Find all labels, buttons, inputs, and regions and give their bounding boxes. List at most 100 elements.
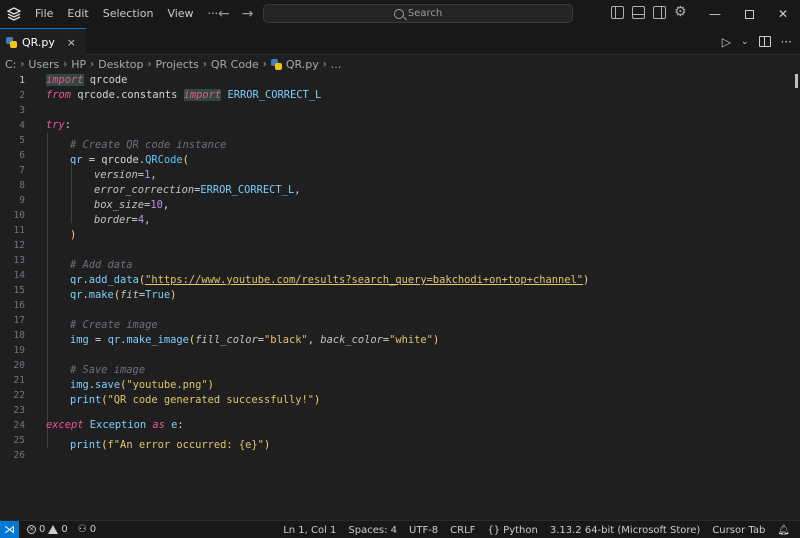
line-number[interactable]: 10 xyxy=(0,208,30,223)
line-number[interactable]: 23 xyxy=(0,403,30,418)
line-number[interactable]: 1 xyxy=(0,73,30,88)
cursor-position[interactable]: Ln 1, Col 1 xyxy=(283,525,336,536)
menu-view[interactable]: View xyxy=(160,0,200,28)
breadcrumb-hp[interactable]: HP xyxy=(71,58,86,71)
back-arrow-icon[interactable]: ← xyxy=(218,6,230,22)
code-line[interactable]: # Add data xyxy=(46,253,589,271)
maximize-icon[interactable] xyxy=(732,0,766,28)
bell-icon[interactable]: 🔔︎ xyxy=(777,525,790,536)
problems-indicator[interactable]: × 0 0 xyxy=(27,524,68,535)
code-line[interactable]: # Create QR code instance xyxy=(46,133,589,151)
line-number[interactable]: 8 xyxy=(0,178,30,193)
code-line[interactable] xyxy=(46,238,589,253)
close-icon[interactable]: ✕ xyxy=(766,0,800,28)
menu-bar: File Edit Selection View ··· xyxy=(28,0,225,28)
code-line[interactable]: # Save image xyxy=(46,358,589,376)
run-dropdown-icon[interactable]: ⌄ xyxy=(741,37,749,47)
code-line[interactable] xyxy=(46,103,589,118)
line-number[interactable]: 16 xyxy=(0,298,30,313)
line-number[interactable]: 4 xyxy=(0,118,30,133)
toggle-primary-sidebar-icon[interactable] xyxy=(611,6,624,19)
line-number[interactable]: 11 xyxy=(0,223,30,238)
line-number[interactable]: 15 xyxy=(0,283,30,298)
python-file-icon xyxy=(6,36,17,48)
breadcrumb-separator-icon: › xyxy=(63,58,68,70)
breadcrumb-file[interactable]: QR.py xyxy=(286,58,319,71)
code-line[interactable]: print(f"An error occurred: {e}") xyxy=(46,433,589,451)
ports-icon: ⚇ xyxy=(77,524,87,535)
tab-close-icon[interactable]: × xyxy=(67,36,76,49)
breadcrumb-projects[interactable]: Projects xyxy=(155,58,198,71)
line-number[interactable]: 18 xyxy=(0,328,30,343)
code-line[interactable]: img = qr.make_image(fill_color="black", … xyxy=(46,328,589,346)
code-line[interactable]: border=4, xyxy=(46,208,589,226)
split-editor-icon[interactable] xyxy=(758,36,771,47)
editor-actions: ▷ ⌄ ··· xyxy=(722,28,792,55)
line-number[interactable]: 19 xyxy=(0,343,30,358)
cursor-tab[interactable]: Cursor Tab xyxy=(712,525,765,536)
toggle-secondary-sidebar-icon[interactable] xyxy=(653,6,666,19)
command-center-search[interactable]: Search xyxy=(263,4,573,23)
search-icon xyxy=(393,8,404,19)
code-lines[interactable]: import qrcode from qrcode.constants impo… xyxy=(46,73,589,463)
minimize-icon[interactable]: — xyxy=(698,0,732,28)
breadcrumb-drive[interactable]: C: xyxy=(5,58,16,71)
code-line[interactable]: print("QR code generated successfully!") xyxy=(46,388,589,406)
line-number[interactable]: 25 xyxy=(0,433,30,448)
code-line[interactable]: except Exception as e: xyxy=(46,418,589,433)
line-number[interactable]: 22 xyxy=(0,388,30,403)
tab-qr-py[interactable]: QR.py × xyxy=(0,28,86,55)
language-mode[interactable]: {} Python xyxy=(487,525,537,536)
more-actions-icon[interactable]: ··· xyxy=(781,35,792,49)
error-count: 0 xyxy=(39,524,46,535)
code-line[interactable]: try: xyxy=(46,118,589,133)
breadcrumb-users[interactable]: Users xyxy=(28,58,59,71)
line-number[interactable]: 26 xyxy=(0,448,30,463)
toggle-panel-icon[interactable] xyxy=(632,6,645,19)
line-number[interactable]: 3 xyxy=(0,103,30,118)
line-number[interactable]: 12 xyxy=(0,238,30,253)
run-icon[interactable]: ▷ xyxy=(722,35,731,49)
code-line[interactable]: qr = qrcode.QRCode( xyxy=(46,148,589,166)
tab-label: QR.py xyxy=(22,35,55,49)
code-editor[interactable]: 1 2 3 4 5 6 7 8 9 10 11 12 13 14 15 16 17 18 19 20 21 22 23 24 2… xyxy=(0,73,800,520)
line-number[interactable]: 17 xyxy=(0,313,30,328)
code-line[interactable]: box_size=10, xyxy=(46,193,589,211)
remote-icon[interactable]: ⋊ xyxy=(0,520,19,538)
code-line[interactable]: version=1, xyxy=(46,163,589,181)
forward-arrow-icon[interactable]: → xyxy=(242,6,254,22)
line-number[interactable]: 20 xyxy=(0,358,30,373)
breadcrumb-qr-code[interactable]: QR Code xyxy=(211,58,259,71)
menu-selection[interactable]: Selection xyxy=(96,0,161,28)
indentation[interactable]: Spaces: 4 xyxy=(348,525,397,536)
line-number[interactable]: 24 xyxy=(0,418,30,433)
code-line[interactable]: import qrcode xyxy=(46,73,589,88)
braces-icon: {} xyxy=(487,524,501,536)
line-number[interactable]: 5 xyxy=(0,133,30,148)
menu-file[interactable]: File xyxy=(28,0,60,28)
breadcrumb-separator-icon: › xyxy=(90,58,95,70)
gear-icon[interactable]: ⚙ xyxy=(674,5,687,19)
code-line[interactable]: img.save("youtube.png") xyxy=(46,373,589,391)
vertical-scrollbar[interactable] xyxy=(795,74,798,88)
line-number[interactable]: 7 xyxy=(0,163,30,178)
end-of-line[interactable]: CRLF xyxy=(450,525,475,536)
python-interpreter[interactable]: 3.13.2 64-bit (Microsoft Store) xyxy=(550,525,700,536)
python-file-icon xyxy=(270,58,282,70)
ports-indicator[interactable]: ⚇ 0 xyxy=(78,524,96,535)
code-line[interactable]: # Create image xyxy=(46,313,589,331)
menu-edit[interactable]: Edit xyxy=(60,0,95,28)
line-number[interactable]: 14 xyxy=(0,268,30,283)
breadcrumb-desktop[interactable]: Desktop xyxy=(98,58,143,71)
breadcrumb-symbols[interactable]: ... xyxy=(331,58,342,71)
line-number[interactable]: 6 xyxy=(0,148,30,163)
code-line[interactable]: qr.add_data("https://www.youtube.com/res… xyxy=(46,268,589,286)
app-logo-icon[interactable] xyxy=(0,0,28,28)
line-number[interactable]: 21 xyxy=(0,373,30,388)
line-number[interactable]: 9 xyxy=(0,193,30,208)
encoding[interactable]: UTF-8 xyxy=(409,525,438,536)
line-number[interactable]: 2 xyxy=(0,88,30,103)
code-line[interactable]: from qrcode.constants import ERROR_CORRE… xyxy=(46,88,589,103)
line-number[interactable]: 13 xyxy=(0,253,30,268)
code-line[interactable]: error_correction=ERROR_CORRECT_L, xyxy=(46,178,589,196)
